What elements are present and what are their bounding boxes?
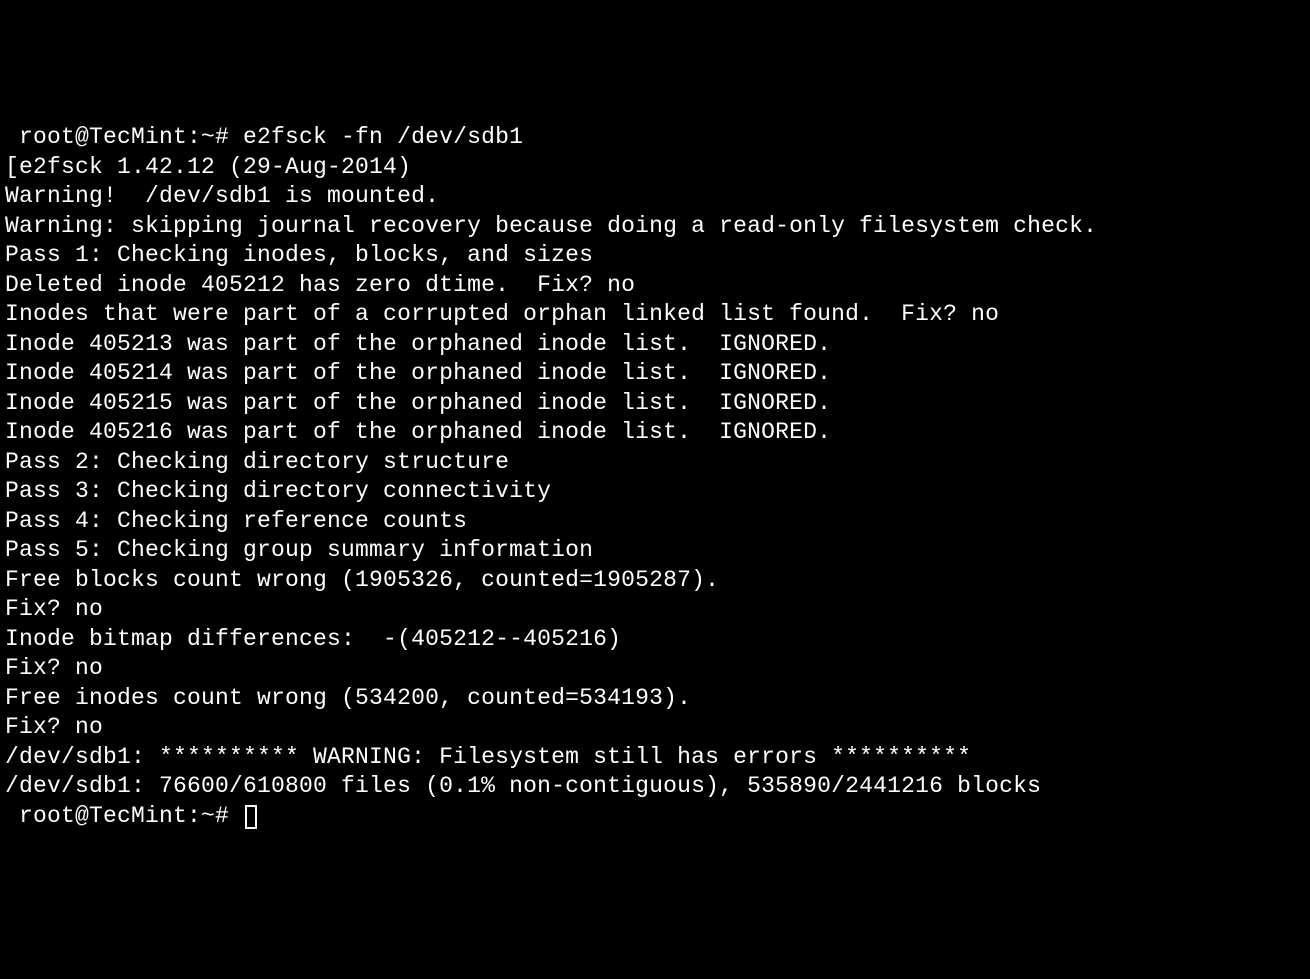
terminal-line: Inode 405215 was part of the orphaned in… [5, 389, 1305, 419]
terminal-prompt: root@TecMint:~# [5, 803, 243, 829]
terminal-line: Inode 405213 was part of the orphaned in… [5, 330, 1305, 360]
terminal-line: Inode bitmap differences: -(405212--4052… [5, 625, 1305, 655]
terminal-line: /dev/sdb1: 76600/610800 files (0.1% non-… [5, 772, 1305, 802]
cursor-icon[interactable] [245, 805, 257, 829]
terminal-line: Pass 3: Checking directory connectivity [5, 477, 1305, 507]
terminal-line: Fix? no [5, 713, 1305, 743]
terminal-line: [e2fsck 1.42.12 (29-Aug-2014) [5, 153, 1305, 183]
terminal-line: Warning! /dev/sdb1 is mounted. [5, 182, 1305, 212]
terminal-line: Inode 405216 was part of the orphaned in… [5, 418, 1305, 448]
terminal-line: Warning: skipping journal recovery becau… [5, 212, 1305, 242]
terminal-line: root@TecMint:~# e2fsck -fn /dev/sdb1 [5, 123, 1305, 153]
terminal-line: Pass 1: Checking inodes, blocks, and siz… [5, 241, 1305, 271]
terminal-line: Deleted inode 405212 has zero dtime. Fix… [5, 271, 1305, 301]
terminal-line: Fix? no [5, 654, 1305, 684]
terminal-line: Pass 4: Checking reference counts [5, 507, 1305, 537]
terminal-output[interactable]: root@TecMint:~# e2fsck -fn /dev/sdb1[e2f… [5, 123, 1305, 831]
terminal-line: Free inodes count wrong (534200, counted… [5, 684, 1305, 714]
terminal-line: Free blocks count wrong (1905326, counte… [5, 566, 1305, 596]
terminal-line: /dev/sdb1: ********** WARNING: Filesyste… [5, 743, 1305, 773]
terminal-line: Inode 405214 was part of the orphaned in… [5, 359, 1305, 389]
terminal-line: Pass 5: Checking group summary informati… [5, 536, 1305, 566]
terminal-line: Inodes that were part of a corrupted orp… [5, 300, 1305, 330]
terminal-line: Pass 2: Checking directory structure [5, 448, 1305, 478]
terminal-line: Fix? no [5, 595, 1305, 625]
